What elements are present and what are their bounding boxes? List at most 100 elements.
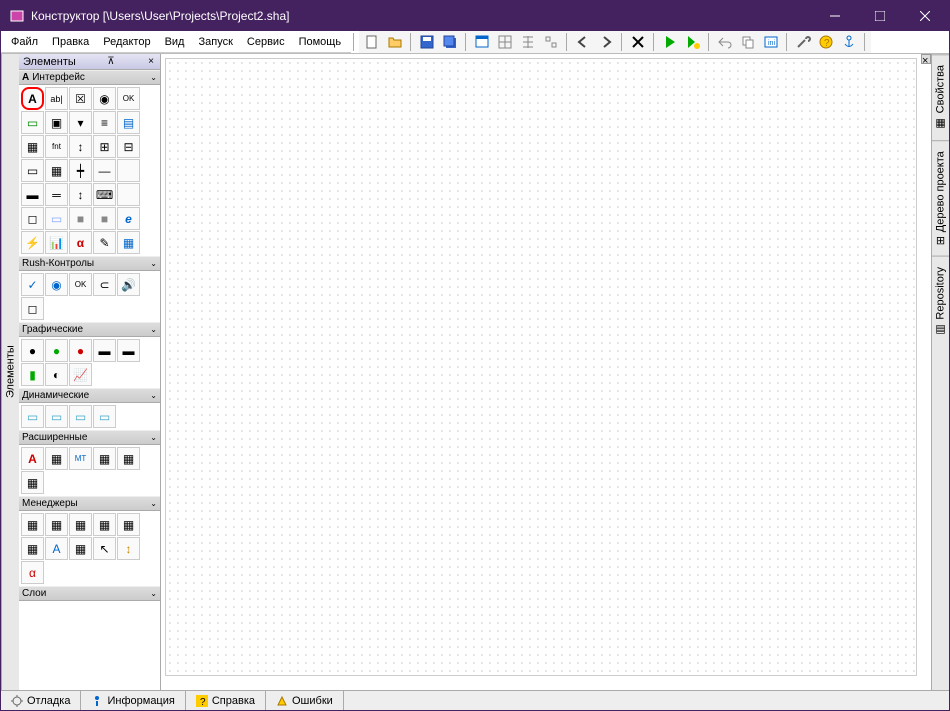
memo-tool[interactable]: ▤ xyxy=(117,111,140,134)
slider-tool[interactable]: — xyxy=(93,159,116,182)
form-button[interactable] xyxy=(471,32,493,52)
section-dynamic[interactable]: Динамические⌄ xyxy=(19,388,160,403)
alpha-tool[interactable]: α xyxy=(69,231,92,254)
radio-tool[interactable]: ◉ xyxy=(93,87,116,110)
hotkey-tool[interactable]: ⌨ xyxy=(93,183,116,206)
ext1-tool[interactable]: ▦ xyxy=(21,471,44,494)
title-bar[interactable]: Конструктор [\Users\User\Projects\Projec… xyxy=(1,1,949,31)
menu-run[interactable]: Запуск xyxy=(192,34,238,50)
rush-volume-tool[interactable]: 🔊 xyxy=(117,273,140,296)
img-ex-tool[interactable]: ▦ xyxy=(45,447,68,470)
checkbox-tool[interactable]: ☒ xyxy=(69,87,92,110)
layer2-tool[interactable]: ▭ xyxy=(45,405,68,428)
rush-radio-tool[interactable]: ◉ xyxy=(45,273,68,296)
rush-toggle-tool[interactable]: ⊂ xyxy=(93,273,116,296)
layer3-tool[interactable]: ▭ xyxy=(69,405,92,428)
mgr11-tool[interactable]: α xyxy=(21,561,44,584)
rush-check-tool[interactable]: ✓ xyxy=(21,273,44,296)
led-green-tool[interactable]: ● xyxy=(45,339,68,362)
new-button[interactable] xyxy=(361,32,383,52)
empty-tool[interactable] xyxy=(117,159,140,182)
section-layers[interactable]: Слои⌄ xyxy=(19,586,160,601)
image-tool[interactable]: ▦ xyxy=(21,135,44,158)
meter-tool[interactable]: ▮ xyxy=(21,363,44,386)
minimize-button[interactable] xyxy=(812,2,857,30)
mgr6-tool[interactable]: ▦ xyxy=(21,537,44,560)
section-extended[interactable]: Расширенные⌄ xyxy=(19,430,160,445)
button-tool[interactable]: OK xyxy=(117,87,140,110)
mgr7-tool[interactable]: A xyxy=(45,537,68,560)
label-tool[interactable]: A xyxy=(21,87,44,110)
close-button[interactable] xyxy=(902,2,947,30)
properties-tab[interactable]: ▦ Свойства xyxy=(932,54,949,140)
snap-button[interactable] xyxy=(540,32,562,52)
undo-button[interactable] xyxy=(714,32,736,52)
help-button[interactable]: ? xyxy=(815,32,837,52)
save-button[interactable] xyxy=(416,32,438,52)
font-tool[interactable]: fnt xyxy=(45,135,68,158)
menu-service[interactable]: Сервис xyxy=(241,34,291,50)
shape-tool[interactable]: ◻ xyxy=(21,207,44,230)
rect-tool[interactable]: ■ xyxy=(69,207,92,230)
save-all-button[interactable] xyxy=(439,32,461,52)
mt-tool[interactable]: MT xyxy=(69,447,92,470)
listbox-tool[interactable]: ≡ xyxy=(93,111,116,134)
anchor-button[interactable] xyxy=(838,32,860,52)
tab-tool[interactable]: ▭ xyxy=(21,159,44,182)
flash-tool[interactable]: ⚡ xyxy=(21,231,44,254)
design-canvas[interactable] xyxy=(165,58,917,676)
browser-tool[interactable]: e xyxy=(117,207,140,230)
debug-tab[interactable]: Отладка xyxy=(1,691,81,710)
section-interface[interactable]: A Интерфейс ⌄ xyxy=(19,70,160,85)
mgr1-tool[interactable]: ▦ xyxy=(21,513,44,536)
help-tab[interactable]: ? Справка xyxy=(186,691,266,710)
canvas-close-icon[interactable]: × xyxy=(921,54,931,64)
grid-button[interactable] xyxy=(494,32,516,52)
palette-close-icon[interactable]: × xyxy=(146,56,156,67)
grid-tool[interactable]: ⊟ xyxy=(117,135,140,158)
led-tool[interactable]: ● xyxy=(21,339,44,362)
menu-view[interactable]: Вид xyxy=(159,34,191,50)
menu-help[interactable]: Помощь xyxy=(293,34,348,50)
back-button[interactable] xyxy=(572,32,594,52)
mgr2-tool[interactable]: ▦ xyxy=(45,513,68,536)
label-ex-tool[interactable]: A xyxy=(21,447,44,470)
palette-title-bar[interactable]: Элементы ⊼ × xyxy=(19,54,160,70)
section-graphic[interactable]: Графические⌄ xyxy=(19,322,160,337)
open-button[interactable] xyxy=(384,32,406,52)
align-button[interactable] xyxy=(517,32,539,52)
run-with-button[interactable] xyxy=(682,32,704,52)
delete-button[interactable] xyxy=(627,32,649,52)
tools-button[interactable] xyxy=(792,32,814,52)
combo-tool[interactable]: ▾ xyxy=(69,111,92,134)
mgr4-tool[interactable]: ▦ xyxy=(93,513,116,536)
spin-tool[interactable]: ↕ xyxy=(69,183,92,206)
info-button[interactable]: ini xyxy=(760,32,782,52)
section-rush[interactable]: Rush-Контролы⌄ xyxy=(19,256,160,271)
calendar-tool[interactable]: ▦ xyxy=(117,231,140,254)
groupbox-tool[interactable]: ▣ xyxy=(45,111,68,134)
dial-tool[interactable]: ◐ xyxy=(45,363,68,386)
rect2-tool[interactable]: ■ xyxy=(93,207,116,230)
bar1-tool[interactable]: ▬ xyxy=(93,339,116,362)
mgr9-tool[interactable]: ↖ xyxy=(93,537,116,560)
mgr8-tool[interactable]: ▦ xyxy=(69,537,92,560)
menu-file[interactable]: Файл xyxy=(5,34,44,50)
info-tab[interactable]: Информация xyxy=(81,691,185,710)
empty2-tool[interactable] xyxy=(117,183,140,206)
run-button[interactable] xyxy=(659,32,681,52)
menu-editor[interactable]: Редактор xyxy=(97,34,156,50)
led-red-tool[interactable]: ● xyxy=(69,339,92,362)
layer1-tool[interactable]: ▭ xyxy=(21,405,44,428)
menu-edit[interactable]: Правка xyxy=(46,34,95,50)
edit-tool[interactable]: ab| xyxy=(45,87,68,110)
scroll-tool[interactable]: ↕ xyxy=(69,135,92,158)
errors-tab[interactable]: Ошибки xyxy=(266,691,344,710)
track-tool[interactable]: ═ xyxy=(45,183,68,206)
mgr10-tool[interactable]: ↕ xyxy=(117,537,140,560)
tree-tool[interactable]: ⊞ xyxy=(93,135,116,158)
bar2-tool[interactable]: ▬ xyxy=(117,339,140,362)
rush-ok-tool[interactable]: OK xyxy=(69,273,92,296)
graph-tool[interactable]: 📈 xyxy=(69,363,92,386)
splitter-tool[interactable]: ┿ xyxy=(69,159,92,182)
